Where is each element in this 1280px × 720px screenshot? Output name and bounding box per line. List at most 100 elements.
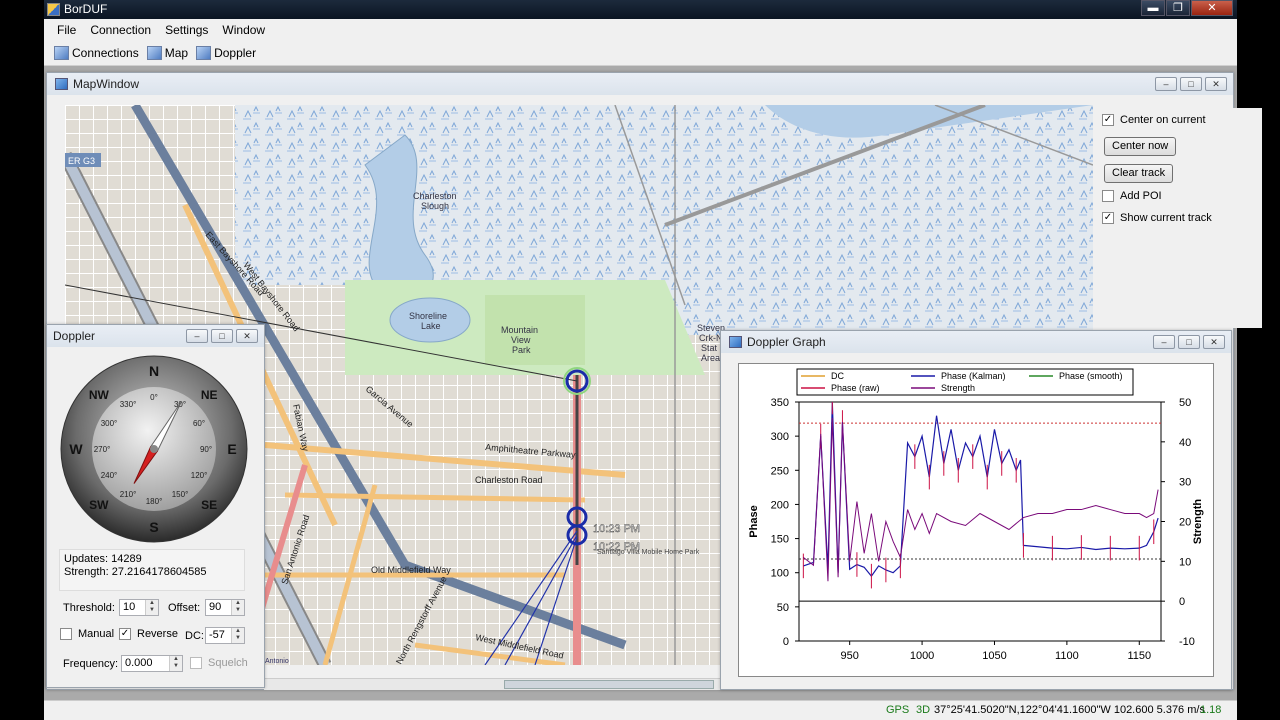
offset-spinner[interactable]: 90 ▲ ▼	[205, 599, 245, 616]
reverse-checkbox[interactable]: ✓ Reverse	[119, 628, 178, 640]
center-on-current-checkbox[interactable]: ✓ Center on current	[1102, 114, 1206, 126]
y2-tick-label: 50	[1179, 397, 1191, 409]
compass-degree-label: 330°	[120, 400, 137, 409]
connections-icon	[54, 46, 69, 60]
map-label-charleston-rd: Charleston Road	[475, 475, 543, 485]
menu-connection[interactable]: Connection	[83, 23, 158, 37]
show-current-track-check[interactable]: ✓	[1102, 212, 1114, 224]
compass-cardinal-e: E	[227, 441, 236, 457]
menu-settings[interactable]: Settings	[158, 23, 215, 37]
minimize-button[interactable]: ▬	[1141, 0, 1165, 16]
compass: NNEESESSWWNW0°30°60°90°120°150°180°210°2…	[60, 355, 248, 543]
x-tick-label: 1150	[1127, 650, 1151, 662]
doppler-window: Doppler – □ ✕ NNEESESSWWNW0°30°60°90°120…	[46, 324, 265, 688]
map-icon	[146, 46, 162, 60]
map-label-view: View	[511, 335, 531, 345]
doppler-minimize-button[interactable]: –	[186, 329, 208, 343]
compass-degree-label: 150°	[172, 490, 189, 499]
doppler-maximize-button[interactable]: □	[211, 329, 233, 343]
center-on-current-check[interactable]: ✓	[1102, 114, 1114, 126]
y-tick-label: 300	[771, 431, 789, 443]
squelch-checkbox[interactable]: Squelch	[190, 657, 248, 669]
graph-maximize-button[interactable]: □	[1178, 335, 1200, 349]
updates-label: Updates:	[64, 553, 109, 565]
map-label-slough: Slough	[421, 201, 449, 211]
compass-cardinal-ne: NE	[201, 388, 218, 402]
dc-spinner[interactable]: -57 ▲ ▼	[205, 627, 245, 644]
y-tick-label: 350	[771, 397, 789, 409]
compass-degree-label: 210°	[120, 490, 137, 499]
map-minimize-button[interactable]: –	[1155, 77, 1177, 91]
map-close-button[interactable]: ✕	[1205, 77, 1227, 91]
spinner-arrows-icon[interactable]: ▲ ▼	[231, 628, 244, 643]
compass-degree-label: 180°	[146, 497, 163, 506]
compass-degree-label: 90°	[200, 445, 212, 454]
offset-label: Offset:	[168, 602, 201, 614]
strength-value: 27.2164178604585	[111, 566, 207, 578]
spinner-arrows-icon[interactable]: ▲ ▼	[145, 600, 158, 615]
compass-degree-label: 60°	[193, 419, 205, 428]
frequency-spinner[interactable]: 0.000 ▲ ▼	[121, 655, 183, 672]
graph-minimize-button[interactable]: –	[1153, 335, 1175, 349]
menu-file[interactable]: File	[50, 23, 83, 37]
y-tick-label: 100	[771, 568, 789, 580]
connections-toolbar-button[interactable]: Connections	[54, 46, 139, 60]
fix-indicator: 3D	[916, 704, 931, 716]
window-icon	[55, 78, 68, 90]
spinner-arrows-icon[interactable]: ▲ ▼	[169, 656, 182, 671]
doppler-graph-titlebar: Doppler Graph – □ ✕	[721, 331, 1231, 353]
doppler-chart: 950 1000 1050 1100 1150050100150200250300350…	[738, 363, 1214, 677]
map-toolbar-button[interactable]: Map	[146, 46, 188, 60]
compass-degree-label: 0°	[150, 393, 158, 402]
graph-close-button[interactable]: ✕	[1203, 335, 1225, 349]
y-axis-label: Phase	[748, 505, 760, 537]
map-scrollbar[interactable]	[264, 678, 722, 690]
compass-needle-pivot	[150, 445, 158, 453]
map-window-title: MapWindow	[73, 77, 140, 91]
y-tick-label: 200	[771, 499, 789, 511]
y2-tick-label: 0	[1179, 596, 1185, 608]
close-button[interactable]: ✕	[1191, 0, 1233, 16]
center-now-button[interactable]: Center now	[1104, 137, 1177, 156]
legend-label: Phase (smooth)	[1059, 371, 1123, 381]
position-readout: 37°25'41.5020"N,122°04'41.1600"W 102.600…	[934, 704, 1205, 716]
x-tick-label: 1050	[982, 650, 1006, 662]
status-bar: GPS 3D 37°25'41.5020"N,122°04'41.1600"W …	[44, 700, 1237, 720]
compass-cardinal-s: S	[149, 519, 158, 535]
maximize-button[interactable]: ❐	[1166, 0, 1190, 16]
add-poi-checkbox[interactable]: Add POI	[1102, 190, 1162, 202]
y-tick-label: 250	[771, 465, 789, 477]
y-tick-label: 0	[783, 636, 789, 648]
map-scrollbar-thumb[interactable]	[504, 680, 714, 689]
compass-degree-label: 240°	[101, 471, 118, 480]
show-current-track-checkbox[interactable]: ✓ Show current track	[1102, 212, 1212, 224]
doppler-toolbar-button[interactable]: Doppler	[196, 46, 256, 60]
add-poi-check[interactable]	[1102, 190, 1114, 202]
app-icon	[47, 3, 60, 16]
map-label-antonio: Antonio	[265, 658, 289, 665]
y2-tick-label: -10	[1179, 636, 1195, 648]
reverse-check[interactable]: ✓	[119, 628, 131, 640]
legend-label: Phase (Kalman)	[941, 371, 1006, 381]
map-maximize-button[interactable]: □	[1180, 77, 1202, 91]
legend-label: Strength	[941, 383, 975, 393]
map-label-mountain: Mountain	[501, 325, 538, 335]
menu-window[interactable]: Window	[215, 23, 272, 37]
doppler-graph-title: Doppler Graph	[747, 335, 826, 349]
clear-track-button[interactable]: Clear track	[1104, 164, 1174, 183]
spinner-arrows-icon[interactable]: ▲ ▼	[231, 600, 244, 615]
manual-check[interactable]	[60, 628, 72, 640]
legend-label: DC	[831, 371, 844, 381]
manual-checkbox[interactable]: Manual	[60, 628, 114, 640]
squelch-check[interactable]	[190, 657, 202, 669]
map-options-panel: ✓ Center on current Center now Clear trac…	[1098, 108, 1262, 328]
x-tick-label: 1000	[910, 650, 934, 662]
threshold-spinner[interactable]: 10 ▲ ▼	[119, 599, 159, 616]
y2-tick-label: 40	[1179, 437, 1191, 449]
compass-degree-label: 120°	[191, 471, 208, 480]
doppler-close-button[interactable]: ✕	[236, 329, 258, 343]
gps-indicator: GPS	[886, 704, 910, 716]
y-tick-label: 50	[777, 602, 789, 614]
legend-label: Phase (raw)	[831, 383, 880, 393]
toolbar: Connections Map Doppler	[44, 41, 1237, 66]
